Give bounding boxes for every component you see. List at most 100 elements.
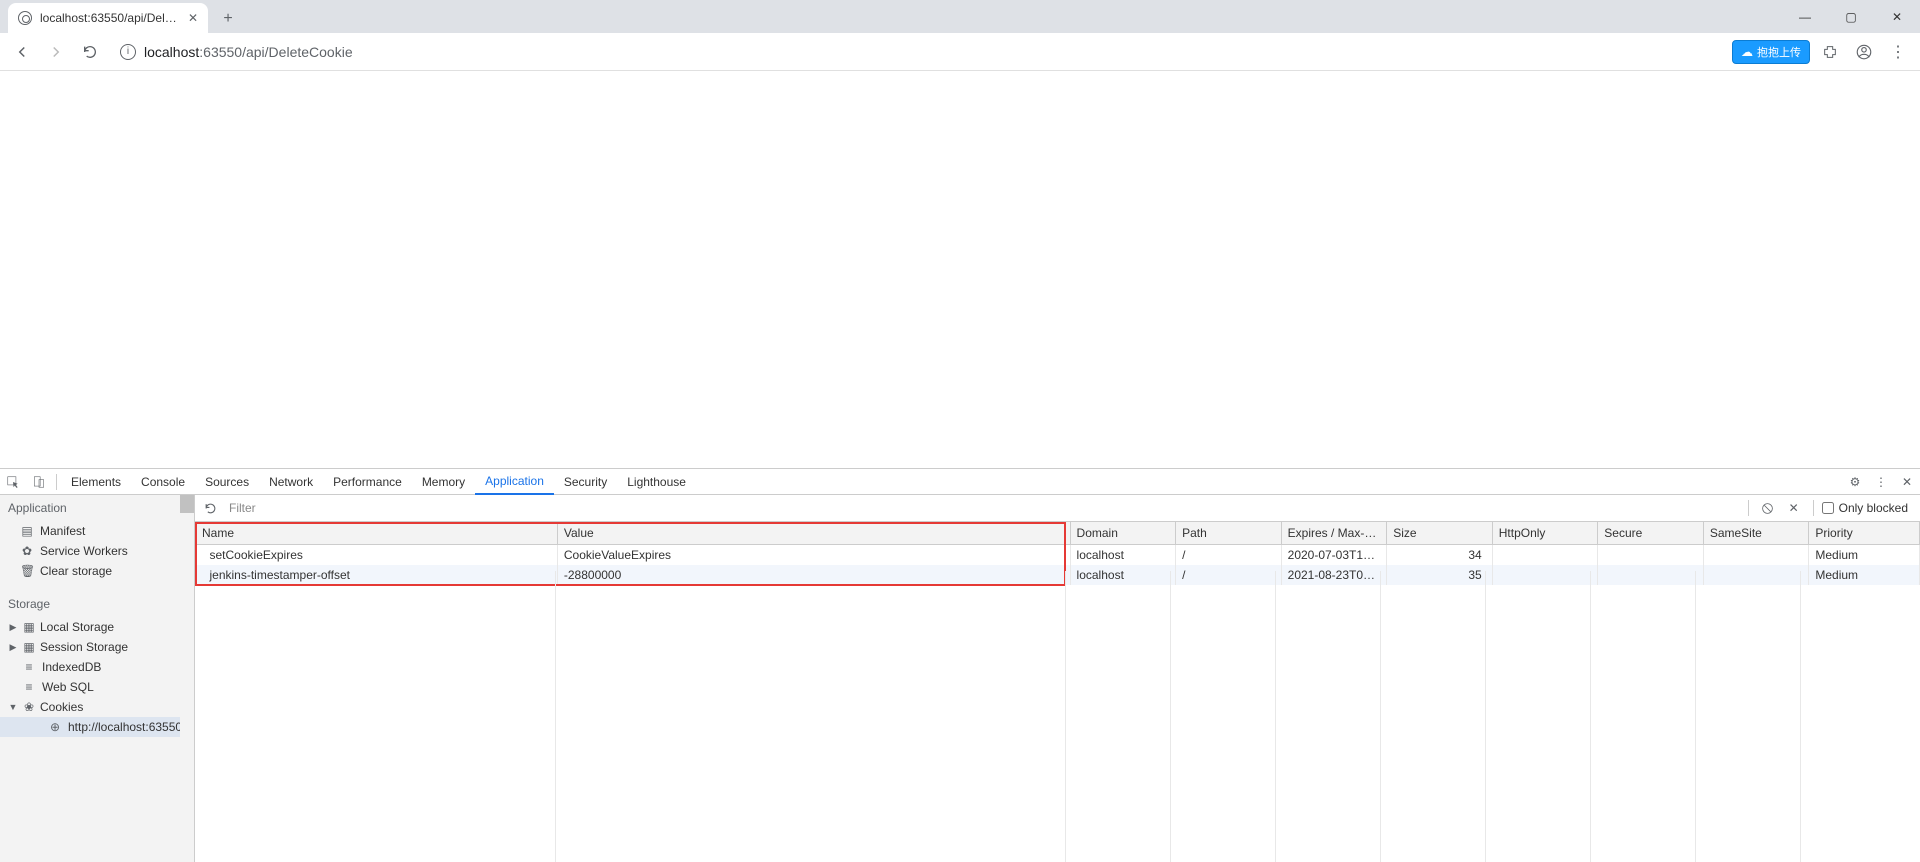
more-icon[interactable]: ⋮ xyxy=(1868,469,1894,495)
grid-line xyxy=(1590,571,1591,862)
window-controls: — ▢ ✕ xyxy=(1782,0,1920,33)
close-window-icon[interactable]: ✕ xyxy=(1874,0,1920,33)
minimize-icon[interactable]: — xyxy=(1782,0,1828,33)
address-bar: i localhost:63550/api/DeleteCookie ☁ 抱抱上… xyxy=(0,33,1920,71)
table-row[interactable]: jenkins-timestamper-offset -28800000 loc… xyxy=(196,565,1920,585)
back-button[interactable] xyxy=(8,38,36,66)
col-size[interactable]: Size xyxy=(1387,522,1493,545)
tab-network[interactable]: Network xyxy=(259,469,323,495)
col-priority[interactable]: Priority xyxy=(1809,522,1920,545)
file-icon: ▤ xyxy=(20,524,34,538)
delete-selected-icon[interactable]: ✕ xyxy=(1783,497,1805,519)
divider xyxy=(1813,500,1814,516)
divider xyxy=(56,474,57,490)
checkbox-input[interactable] xyxy=(1822,502,1834,514)
tab-memory[interactable]: Memory xyxy=(412,469,475,495)
sidebar-item-websql[interactable]: ≡Web SQL xyxy=(0,677,194,697)
url-box[interactable]: i localhost:63550/api/DeleteCookie xyxy=(110,38,1726,66)
cell-name: setCookieExpires xyxy=(196,545,558,566)
sidebar-item-indexeddb[interactable]: ≡IndexedDB xyxy=(0,657,194,677)
sidebar-scrollbar[interactable] xyxy=(180,495,194,862)
only-blocked-checkbox[interactable]: Only blocked xyxy=(1822,501,1916,515)
cell-value: -28800000 xyxy=(557,565,1070,585)
cookie-icon: ❀ xyxy=(22,700,36,714)
tab-console[interactable]: Console xyxy=(131,469,195,495)
col-secure[interactable]: Secure xyxy=(1598,522,1704,545)
gear-icon: ✿ xyxy=(20,544,34,558)
extension-badge[interactable]: ☁ 抱抱上传 xyxy=(1732,40,1810,64)
grid-line xyxy=(1065,571,1066,862)
tab-performance[interactable]: Performance xyxy=(323,469,412,495)
grid-line xyxy=(1485,571,1486,862)
col-expires[interactable]: Expires / Max-A... xyxy=(1281,522,1387,545)
divider xyxy=(1748,500,1749,516)
sidebar-item-local-storage[interactable]: ▶▦Local Storage xyxy=(0,617,194,637)
settings-icon[interactable]: ⚙ xyxy=(1842,469,1868,495)
grid-icon: ▦ xyxy=(22,620,36,634)
cell-domain: localhost xyxy=(1070,545,1176,566)
col-httponly[interactable]: HttpOnly xyxy=(1492,522,1598,545)
inspect-icon[interactable] xyxy=(0,469,26,495)
cell-secure xyxy=(1598,565,1704,585)
tab-security[interactable]: Security xyxy=(554,469,617,495)
cell-priority: Medium xyxy=(1809,565,1920,585)
col-value[interactable]: Value xyxy=(557,522,1070,545)
sidebar-section-application: Application xyxy=(0,495,194,521)
sidebar-item-cookies[interactable]: ▼❀Cookies xyxy=(0,697,194,717)
sidebar-item-clear-storage[interactable]: 🗑Clear storage xyxy=(0,561,194,581)
cookie-toolbar: ✕ Only blocked xyxy=(195,495,1920,522)
devtools-main: ✕ Only blocked Name Value Domain Path xyxy=(195,495,1920,862)
close-devtools-icon[interactable]: ✕ xyxy=(1894,469,1920,495)
sidebar-item-service-workers[interactable]: ✿Service Workers xyxy=(0,541,194,561)
devtools-tabs: Elements Console Sources Network Perform… xyxy=(0,469,1920,495)
clear-all-icon[interactable] xyxy=(1757,497,1779,519)
sidebar-item-cookie-origin[interactable]: ⊕http://localhost:63550 xyxy=(0,717,194,737)
devtools-body: Application ▤Manifest ✿Service Workers 🗑… xyxy=(0,495,1920,862)
grid-line xyxy=(1275,571,1276,862)
refresh-icon[interactable] xyxy=(199,497,221,519)
sidebar-item-manifest[interactable]: ▤Manifest xyxy=(0,521,194,541)
grid-line xyxy=(1695,571,1696,862)
profile-icon[interactable] xyxy=(1850,38,1878,66)
extensions-icon[interactable] xyxy=(1816,38,1844,66)
filter-input[interactable] xyxy=(225,499,1740,517)
cell-domain: localhost xyxy=(1070,565,1176,585)
col-name[interactable]: Name xyxy=(196,522,558,545)
cell-httponly xyxy=(1492,545,1598,566)
sidebar-section-storage: Storage xyxy=(0,591,194,617)
sidebar-item-session-storage[interactable]: ▶▦Session Storage xyxy=(0,637,194,657)
devtools-sidebar: Application ▤Manifest ✿Service Workers 🗑… xyxy=(0,495,195,862)
chevron-right-icon: ▶ xyxy=(8,622,18,633)
chevron-down-icon: ▼ xyxy=(8,702,18,712)
tab-lighthouse[interactable]: Lighthouse xyxy=(617,469,696,495)
menu-icon[interactable]: ⋮ xyxy=(1884,38,1912,66)
tab-sources[interactable]: Sources xyxy=(195,469,259,495)
new-tab-button[interactable]: + xyxy=(214,5,242,33)
database-icon: ≡ xyxy=(22,680,36,694)
trash-icon: 🗑 xyxy=(20,564,34,578)
close-tab-icon[interactable]: ✕ xyxy=(188,11,198,25)
cloud-icon: ☁ xyxy=(1741,45,1753,59)
cell-name: jenkins-timestamper-offset xyxy=(196,565,558,585)
device-toggle-icon[interactable] xyxy=(26,469,52,495)
grid-line xyxy=(1800,571,1801,862)
maximize-icon[interactable]: ▢ xyxy=(1828,0,1874,33)
col-samesite[interactable]: SameSite xyxy=(1703,522,1809,545)
cell-priority: Medium xyxy=(1809,545,1920,566)
col-domain[interactable]: Domain xyxy=(1070,522,1176,545)
cell-path: / xyxy=(1176,565,1282,585)
reload-button[interactable] xyxy=(76,38,104,66)
table-row[interactable]: setCookieExpires CookieValueExpires loca… xyxy=(196,545,1920,566)
grid-line xyxy=(1380,571,1381,862)
tab-application[interactable]: Application xyxy=(475,469,554,495)
cell-expires: 2020-07-03T13:... xyxy=(1281,545,1387,566)
grid-line xyxy=(555,571,556,862)
site-info-icon[interactable]: i xyxy=(120,44,136,60)
cell-samesite xyxy=(1703,565,1809,585)
tab-title: localhost:63550/api/DeleteCo xyxy=(40,11,180,25)
tab-elements[interactable]: Elements xyxy=(61,469,131,495)
cell-httponly xyxy=(1492,565,1598,585)
col-path[interactable]: Path xyxy=(1176,522,1282,545)
table-header-row: Name Value Domain Path Expires / Max-A..… xyxy=(196,522,1920,545)
browser-tab[interactable]: localhost:63550/api/DeleteCo ✕ xyxy=(8,3,208,33)
